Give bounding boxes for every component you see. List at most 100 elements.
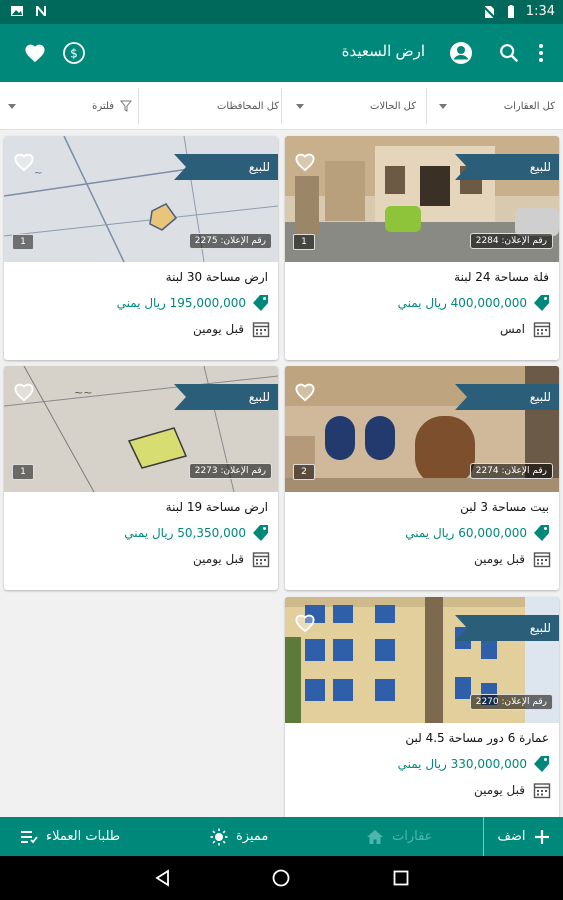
gallery-icon [11,6,23,16]
no-sim-icon [482,4,496,19]
system-nav-bar [0,856,563,900]
recents-button[interactable] [392,869,410,891]
tab-properties[interactable]: عقارات [366,817,432,856]
app-bar: $ ارض السعيدة [0,24,563,82]
account-icon [450,42,472,64]
province-value: كل المحافظات [217,100,280,112]
filter-label: فلترة [92,100,114,112]
listing-photo[interactable]: للبيع رقم الإعلان: 2270 [285,597,559,723]
account-button[interactable] [446,38,476,68]
listing-price: 50,350,000 ريال يمني [124,526,246,540]
price-tag-icon [534,756,549,772]
funnel-icon [120,100,132,112]
ad-number: رقم الإعلان: 2284 [469,233,553,249]
calendar-icon [252,322,270,338]
list-icon [21,830,38,843]
listing-title: بيت مساحة 3 لبن [460,500,549,514]
sale-badge: للبيع [455,384,559,410]
favorite-toggle[interactable] [13,152,35,172]
listing-price: 400,000,000 ريال يمني [397,296,527,310]
calendar-icon [533,552,551,568]
status-dropdown[interactable]: كل الحالات [282,82,426,130]
sale-badge: للبيع [455,154,559,180]
listing-card[interactable]: ~ للبيع رقم الإعلان: 2275 1 ارض مساحة 30… [4,136,278,360]
listing-date: امس [499,322,525,336]
listing-photo[interactable]: للبيع رقم الإعلان: 2274 2 [285,366,559,492]
listing-card[interactable]: ~~ للبيع رقم الإعلان: 2273 1 ارض مساحة 1… [4,366,278,590]
sale-badge: للبيع [455,615,559,641]
heart-outline-icon [295,383,315,402]
price-tag-icon [253,525,268,541]
image-count: 2 [293,464,315,480]
add-label: اضف [497,829,526,844]
filter-bar: فلترة كل المحافظات كل الحالات كل العقارا… [0,82,563,130]
listing-photo[interactable]: ~~ للبيع رقم الإعلان: 2273 1 [4,366,278,492]
listing-title: ارض مساحة 19 لبنة [165,500,268,514]
favorite-toggle[interactable] [13,382,35,402]
search-button[interactable] [494,38,524,68]
status-bar: 1:34 [0,0,563,24]
chevron-down-icon [8,103,16,109]
svg-text:~: ~ [34,168,42,179]
search-icon [500,44,519,63]
bottom-nav: طلبات العملاء مميزة عقارات اضف [0,817,563,856]
home-circle-icon [272,869,290,887]
image-count: 1 [293,234,315,250]
tab-label: عقارات [392,829,433,844]
add-listing-button[interactable]: اضف [483,817,563,856]
listing-card[interactable]: للبيع رقم الإعلان: 2274 2 بيت مساحة 3 لب… [285,366,559,590]
favorites-button[interactable] [20,38,50,68]
more-vert-icon [539,44,543,62]
back-button[interactable] [154,869,172,891]
sale-badge: للبيع [174,154,278,180]
province-dropdown[interactable]: كل المحافظات [139,82,281,130]
ad-number: رقم الإعلان: 2274 [469,463,553,479]
overflow-menu-button[interactable] [526,38,556,68]
listing-photo[interactable]: ~ للبيع رقم الإعلان: 2275 1 [4,136,278,262]
n-icon [36,6,46,16]
listing-date: قبل يومين [474,552,525,566]
listing-price: 330,000,000 ريال يمني [397,757,527,771]
listing-price: 60,000,000 ريال يمني [405,526,527,540]
listing-card[interactable]: للبيع رقم الإعلان: 2270 عمارة 6 دور مساح… [285,597,559,821]
favorite-toggle[interactable] [294,152,316,172]
heart-outline-icon [14,383,34,402]
heart-outline-icon [295,614,315,633]
favorite-toggle[interactable] [294,613,316,633]
sun-icon [210,828,228,845]
listing-title: فلة مساحة 24 لبنة [454,270,549,284]
sale-badge: للبيع [174,384,278,410]
listing-title: عمارة 6 دور مساحة 4.5 لبن [405,731,549,745]
listing-date: قبل يومين [193,322,244,336]
back-triangle-icon [155,869,169,887]
listing-card[interactable]: للبيع رقم الإعلان: 2284 1 فلة مساحة 24 ل… [285,136,559,360]
image-count: 1 [12,234,34,250]
listing-date: قبل يومين [474,783,525,797]
ad-number: رقم الإعلان: 2270 [469,694,553,710]
calendar-icon [252,552,270,568]
tab-customer-requests[interactable]: طلبات العملاء [20,817,120,856]
property-type-value: كل العقارات [503,100,555,112]
price-tag-icon [534,295,549,311]
calendar-icon [533,783,551,799]
listing-photo[interactable]: للبيع رقم الإعلان: 2284 1 [285,136,559,262]
svg-text:~~: ~~ [74,386,92,399]
favorite-toggle[interactable] [294,382,316,402]
listing-title: ارض مساحة 30 لبنة [165,270,268,284]
price-tag-icon [534,525,549,541]
currency-button[interactable]: $ [59,38,89,68]
image-count: 1 [12,464,34,480]
calendar-icon [533,322,551,338]
listing-date: قبل يومين [193,552,244,566]
home-icon [367,829,383,844]
home-button[interactable] [272,869,290,891]
dollar-icon: $ [63,42,85,64]
app-title: ارض السعيدة [341,43,425,60]
svg-text:$: $ [70,47,78,61]
price-tag-icon [253,295,268,311]
filter-button[interactable]: فلترة [0,82,138,130]
tab-featured[interactable]: مميزة [210,817,268,856]
heart-outline-icon [295,153,315,172]
tab-label: مميزة [236,829,269,844]
property-type-dropdown[interactable]: كل العقارات [427,82,563,130]
